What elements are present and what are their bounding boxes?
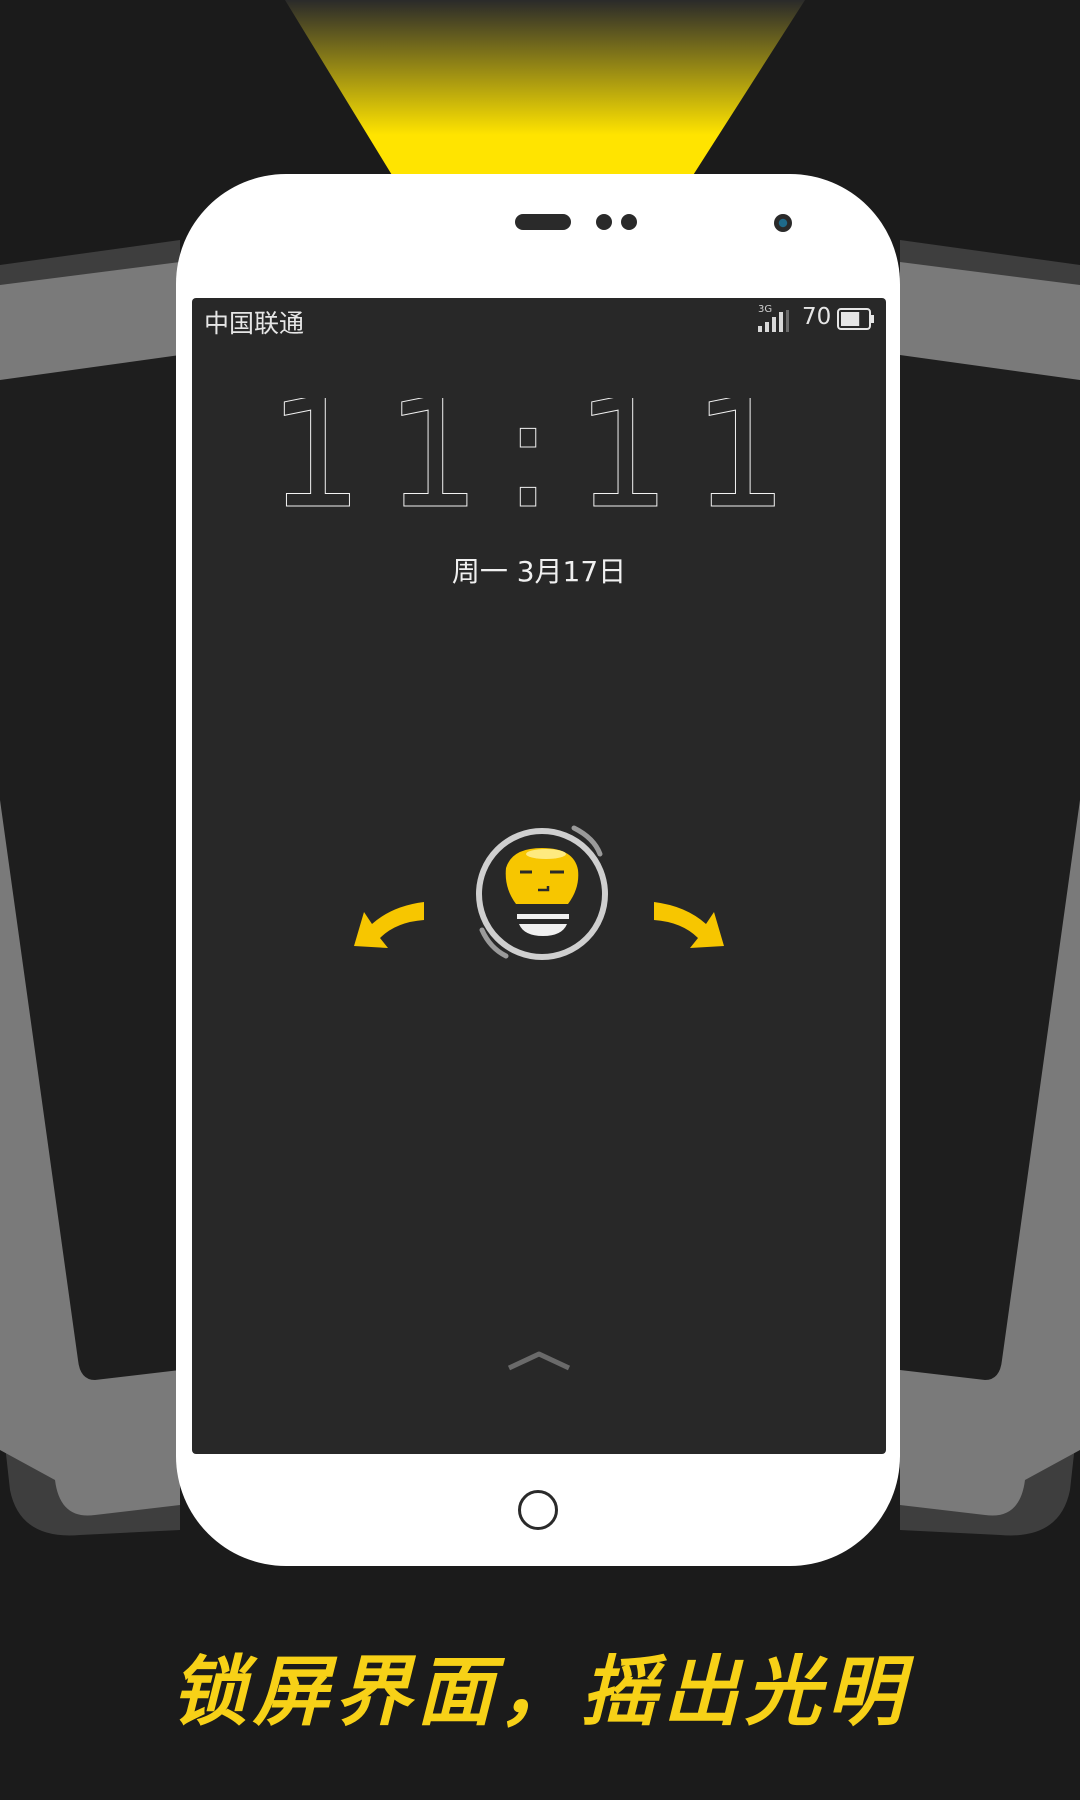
- light-sensor: [621, 214, 637, 230]
- front-camera: [774, 214, 792, 232]
- clock-display: 11:11: [267, 398, 810, 518]
- signal-strength-icon: [758, 310, 789, 332]
- carrier-label: 中国联通: [204, 309, 305, 338]
- phone-mockup: 中国联通 3G 70 11:11 周一 3月17日: [176, 174, 900, 1566]
- curved-arrow-left-icon: [354, 902, 424, 948]
- slogan-text: 锁屏界面，摇出光明: [171, 1647, 909, 1736]
- curved-arrow-right-icon: [654, 902, 724, 948]
- face-bulb-icon[interactable]: [472, 818, 612, 966]
- earpiece-speaker: [515, 214, 571, 230]
- home-button-icon[interactable]: [518, 1490, 558, 1530]
- battery-icon: [837, 308, 874, 330]
- lock-screen: 中国联通 3G 70 11:11 周一 3月17日: [192, 298, 886, 1454]
- chevron-up-icon[interactable]: [507, 1348, 571, 1372]
- proximity-sensor: [596, 214, 612, 230]
- battery-percent: 70: [802, 304, 832, 330]
- clock-time: 11:11: [268, 398, 810, 518]
- date-label: 周一 3月17日: [451, 555, 627, 588]
